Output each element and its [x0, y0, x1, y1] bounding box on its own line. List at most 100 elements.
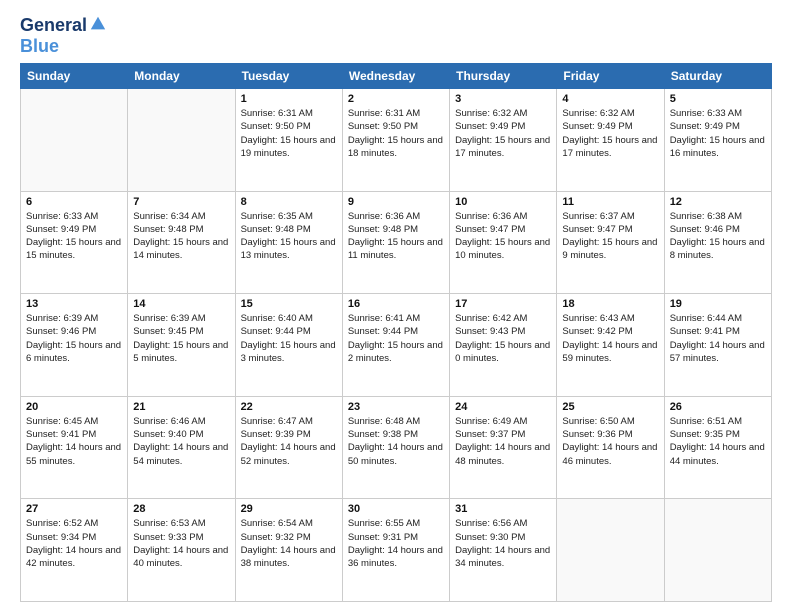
- day-number: 15: [241, 298, 337, 310]
- cell-info: Sunrise: 6:52 AMSunset: 9:34 PMDaylight:…: [26, 517, 122, 570]
- calendar-cell: 24 Sunrise: 6:49 AMSunset: 9:37 PMDayligh…: [450, 396, 557, 499]
- day-number: 20: [26, 401, 122, 413]
- day-number: 5: [670, 93, 766, 105]
- cell-info: Sunrise: 6:34 AMSunset: 9:48 PMDaylight:…: [133, 210, 229, 263]
- cell-info: Sunrise: 6:40 AMSunset: 9:44 PMDaylight:…: [241, 312, 337, 365]
- cell-info: Sunrise: 6:42 AMSunset: 9:43 PMDaylight:…: [455, 312, 551, 365]
- calendar-cell: 29Sunrise: 6:54 AMSunset: 9:32 PMDayligh…: [235, 499, 342, 602]
- cell-info: Sunrise: 6:39 AMSunset: 9:46 PMDaylight:…: [26, 312, 122, 365]
- logo: General Blue: [20, 15, 107, 55]
- logo-text: General: [20, 16, 87, 36]
- day-number: 13: [26, 298, 122, 310]
- calendar-cell: 7 Sunrise: 6:34 AMSunset: 9:48 PMDaylight…: [128, 191, 235, 294]
- logo-icon: [89, 15, 107, 33]
- cell-info: Sunrise: 6:47 AMSunset: 9:39 PMDaylight:…: [241, 415, 337, 468]
- weekday-header-sunday: Sunday: [21, 64, 128, 89]
- cell-info: Sunrise: 6:55 AMSunset: 9:31 PMDaylight:…: [348, 517, 444, 570]
- cell-info: Sunrise: 6:49 AMSunset: 9:37 PMDaylight:…: [455, 415, 551, 468]
- cell-info: Sunrise: 6:46 AMSunset: 9:40 PMDaylight:…: [133, 415, 229, 468]
- cell-info: Sunrise: 6:50 AMSunset: 9:36 PMDaylight:…: [562, 415, 658, 468]
- calendar-cell: 14 Sunrise: 6:39 AMSunset: 9:45 PMDayligh…: [128, 294, 235, 397]
- cell-info: Sunrise: 6:31 AMSunset: 9:50 PMDaylight:…: [241, 107, 337, 160]
- header: General Blue: [20, 15, 772, 55]
- calendar-cell: 10Sunrise: 6:36 AMSunset: 9:47 PMDayligh…: [450, 191, 557, 294]
- calendar-cell: 21 Sunrise: 6:46 AMSunset: 9:40 PMDayligh…: [128, 396, 235, 499]
- day-number: 4: [562, 93, 658, 105]
- weekday-header-row: SundayMondayTuesdayWednesdayThursdayFrid…: [21, 64, 772, 89]
- calendar-cell: 27 Sunrise: 6:52 AMSunset: 9:34 PMDayligh…: [21, 499, 128, 602]
- day-number: 18: [562, 298, 658, 310]
- day-number: 28: [133, 503, 229, 515]
- calendar-cell: 22 Sunrise: 6:47 AMSunset: 9:39 PMDayligh…: [235, 396, 342, 499]
- cell-info: Sunrise: 6:36 AMSunset: 9:48 PMDaylight:…: [348, 210, 444, 263]
- calendar-cell: 8Sunrise: 6:35 AMSunset: 9:48 PMDaylight…: [235, 191, 342, 294]
- cell-info: Sunrise: 6:56 AMSunset: 9:30 PMDaylight:…: [455, 517, 551, 570]
- cell-info: Sunrise: 6:31 AMSunset: 9:50 PMDaylight:…: [348, 107, 444, 160]
- calendar-cell: 19 Sunrise: 6:44 AMSunset: 9:41 PMDayligh…: [664, 294, 771, 397]
- day-number: 21: [133, 401, 229, 413]
- day-number: 24: [455, 401, 551, 413]
- day-number: 6: [26, 196, 122, 208]
- day-number: 10: [455, 196, 551, 208]
- cell-info: Sunrise: 6:32 AMSunset: 9:49 PMDaylight:…: [455, 107, 551, 160]
- week-row-1: 1 Sunrise: 6:31 AMSunset: 9:50 PMDaylight…: [21, 89, 772, 192]
- calendar-cell: 2 Sunrise: 6:31 AMSunset: 9:50 PMDaylight…: [342, 89, 449, 192]
- cell-info: Sunrise: 6:39 AMSunset: 9:45 PMDaylight:…: [133, 312, 229, 365]
- calendar-cell: 23 Sunrise: 6:48 AMSunset: 9:38 PMDayligh…: [342, 396, 449, 499]
- cell-info: Sunrise: 6:33 AMSunset: 9:49 PMDaylight:…: [670, 107, 766, 160]
- calendar-cell: 17 Sunrise: 6:42 AMSunset: 9:43 PMDayligh…: [450, 294, 557, 397]
- calendar-cell: 3 Sunrise: 6:32 AMSunset: 9:49 PMDaylight…: [450, 89, 557, 192]
- day-number: 16: [348, 298, 444, 310]
- calendar-cell: 4Sunrise: 6:32 AMSunset: 9:49 PMDaylight…: [557, 89, 664, 192]
- calendar-cell: 31 Sunrise: 6:56 AMSunset: 9:30 PMDayligh…: [450, 499, 557, 602]
- weekday-header-saturday: Saturday: [664, 64, 771, 89]
- calendar-cell: 1 Sunrise: 6:31 AMSunset: 9:50 PMDaylight…: [235, 89, 342, 192]
- weekday-header-monday: Monday: [128, 64, 235, 89]
- weekday-header-wednesday: Wednesday: [342, 64, 449, 89]
- day-number: 27: [26, 503, 122, 515]
- week-row-5: 27 Sunrise: 6:52 AMSunset: 9:34 PMDayligh…: [21, 499, 772, 602]
- weekday-header-tuesday: Tuesday: [235, 64, 342, 89]
- week-row-2: 6 Sunrise: 6:33 AMSunset: 9:49 PMDaylight…: [21, 191, 772, 294]
- logo-blue-text: Blue: [20, 37, 107, 55]
- calendar-cell: 13 Sunrise: 6:39 AMSunset: 9:46 PMDayligh…: [21, 294, 128, 397]
- day-number: 7: [133, 196, 229, 208]
- day-number: 3: [455, 93, 551, 105]
- calendar-cell: [21, 89, 128, 192]
- day-number: 9: [348, 196, 444, 208]
- day-number: 31: [455, 503, 551, 515]
- cell-info: Sunrise: 6:48 AMSunset: 9:38 PMDaylight:…: [348, 415, 444, 468]
- calendar-cell: 6 Sunrise: 6:33 AMSunset: 9:49 PMDaylight…: [21, 191, 128, 294]
- calendar-cell: 26 Sunrise: 6:51 AMSunset: 9:35 PMDayligh…: [664, 396, 771, 499]
- day-number: 11: [562, 196, 658, 208]
- day-number: 19: [670, 298, 766, 310]
- calendar-cell: 9 Sunrise: 6:36 AMSunset: 9:48 PMDaylight…: [342, 191, 449, 294]
- weekday-header-friday: Friday: [557, 64, 664, 89]
- calendar-cell: 30Sunrise: 6:55 AMSunset: 9:31 PMDayligh…: [342, 499, 449, 602]
- page: General Blue SundayMondayTuesdayWednesda…: [0, 0, 792, 612]
- day-number: 29: [241, 503, 337, 515]
- day-number: 14: [133, 298, 229, 310]
- cell-info: Sunrise: 6:43 AMSunset: 9:42 PMDaylight:…: [562, 312, 658, 365]
- calendar-cell: [664, 499, 771, 602]
- day-number: 12: [670, 196, 766, 208]
- day-number: 1: [241, 93, 337, 105]
- cell-info: Sunrise: 6:51 AMSunset: 9:35 PMDaylight:…: [670, 415, 766, 468]
- cell-info: Sunrise: 6:37 AMSunset: 9:47 PMDaylight:…: [562, 210, 658, 263]
- cell-info: Sunrise: 6:44 AMSunset: 9:41 PMDaylight:…: [670, 312, 766, 365]
- cell-info: Sunrise: 6:38 AMSunset: 9:46 PMDaylight:…: [670, 210, 766, 263]
- day-number: 23: [348, 401, 444, 413]
- day-number: 22: [241, 401, 337, 413]
- day-number: 17: [455, 298, 551, 310]
- day-number: 26: [670, 401, 766, 413]
- calendar-cell: 5 Sunrise: 6:33 AMSunset: 9:49 PMDaylight…: [664, 89, 771, 192]
- day-number: 2: [348, 93, 444, 105]
- calendar-cell: 16 Sunrise: 6:41 AMSunset: 9:44 PMDayligh…: [342, 294, 449, 397]
- cell-info: Sunrise: 6:35 AMSunset: 9:48 PMDaylight:…: [241, 210, 337, 263]
- cell-info: Sunrise: 6:33 AMSunset: 9:49 PMDaylight:…: [26, 210, 122, 263]
- calendar-cell: 12 Sunrise: 6:38 AMSunset: 9:46 PMDayligh…: [664, 191, 771, 294]
- day-number: 25: [562, 401, 658, 413]
- cell-info: Sunrise: 6:53 AMSunset: 9:33 PMDaylight:…: [133, 517, 229, 570]
- calendar-cell: 25 Sunrise: 6:50 AMSunset: 9:36 PMDayligh…: [557, 396, 664, 499]
- cell-info: Sunrise: 6:41 AMSunset: 9:44 PMDaylight:…: [348, 312, 444, 365]
